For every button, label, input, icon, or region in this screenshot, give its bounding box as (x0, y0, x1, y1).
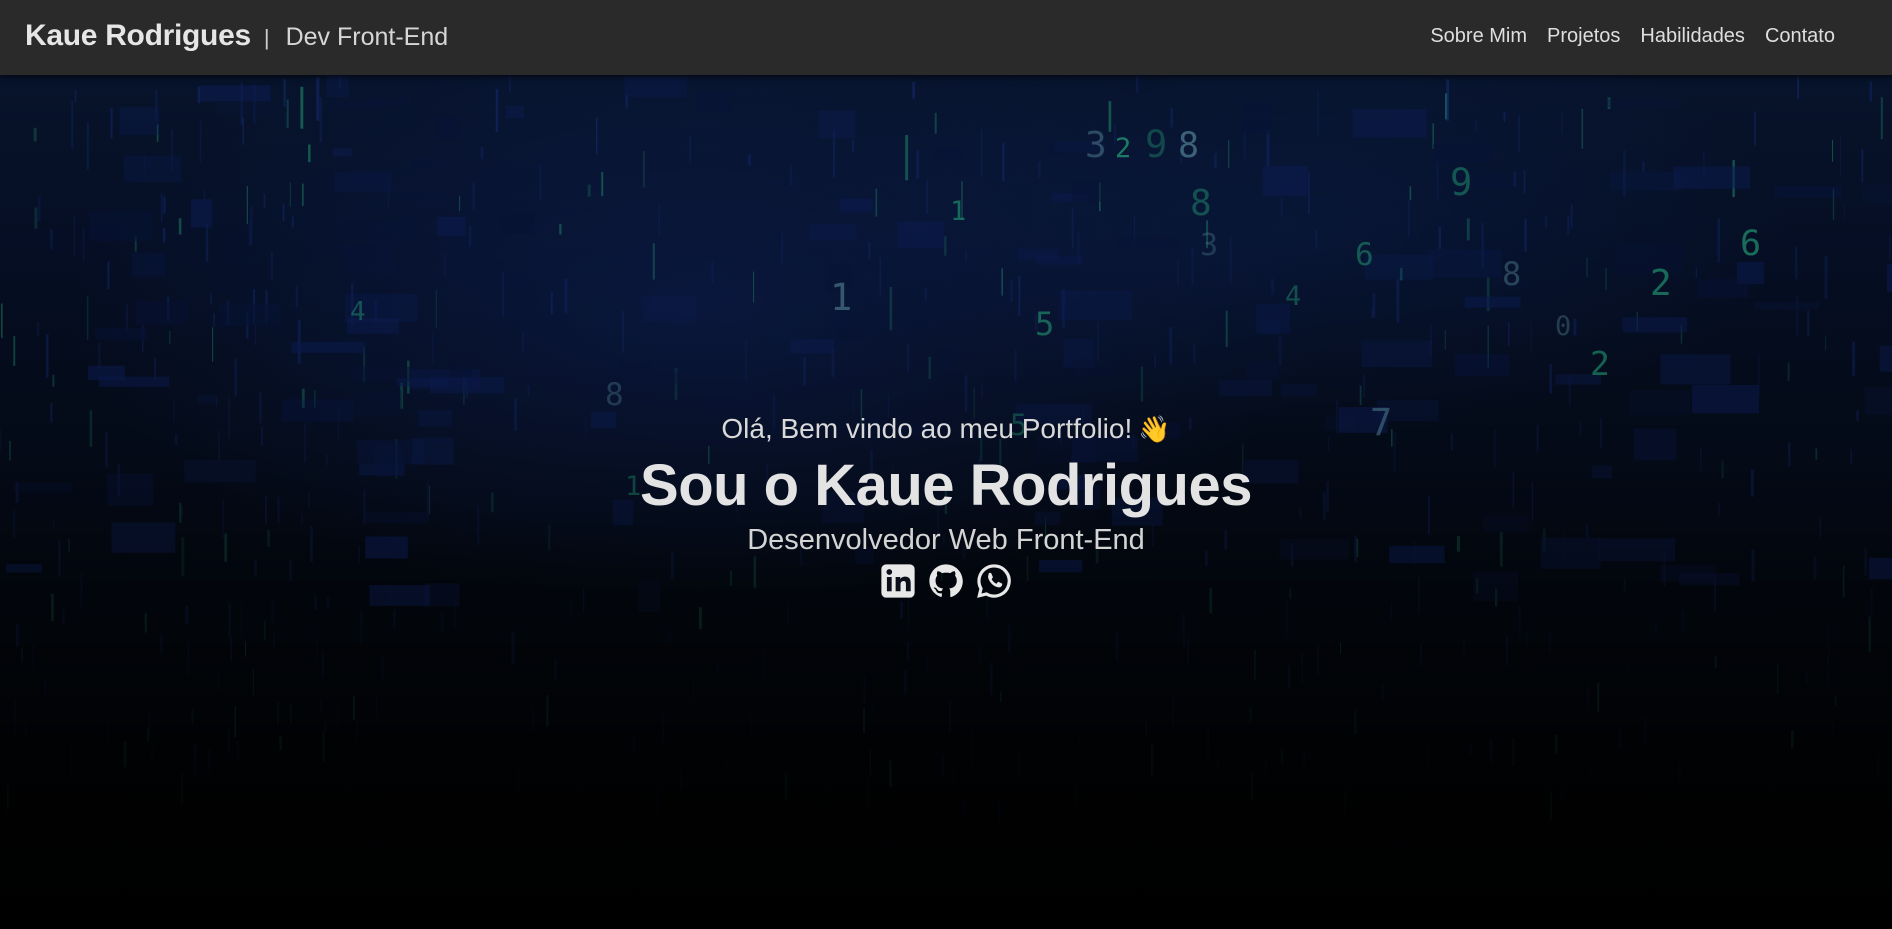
hero-subtitle: Desenvolvedor Web Front-End (747, 524, 1145, 556)
whatsapp-icon (977, 564, 1011, 598)
whatsapp-link[interactable] (975, 562, 1013, 600)
brand-separator: | (263, 25, 270, 50)
social-links (0, 562, 1892, 600)
waving-hand-icon: 👋 (1138, 414, 1171, 444)
portfolio-page: 3298168248517283561940 Kaue Rodrigues | … (0, 0, 1892, 929)
brand[interactable]: Kaue Rodrigues | Dev Front-End (25, 19, 448, 53)
main-nav: Sobre Mim Projetos Habilidades Contato (1430, 25, 1835, 48)
navbar: Kaue Rodrigues | Dev Front-End Sobre Mim… (0, 0, 1892, 75)
github-icon (929, 564, 963, 598)
hero-greeting: Olá, Bem vindo ao meu Portfolio! 👋 (0, 413, 1892, 445)
linkedin-link[interactable] (879, 562, 917, 600)
nav-link-sobre-mim[interactable]: Sobre Mim (1430, 25, 1527, 48)
brand-name: Kaue Rodrigues (25, 19, 251, 52)
nav-link-habilidades[interactable]: Habilidades (1640, 25, 1745, 48)
brand-role: Dev Front-End (285, 23, 449, 51)
github-link[interactable] (927, 562, 965, 600)
hero-headline: Sou o Kaue Rodrigues (640, 453, 1252, 518)
linkedin-icon (881, 564, 915, 598)
greeting-text: Olá, Bem vindo ao meu Portfolio! (721, 413, 1133, 444)
nav-link-contato[interactable]: Contato (1765, 25, 1835, 48)
nav-link-projetos[interactable]: Projetos (1547, 25, 1620, 48)
